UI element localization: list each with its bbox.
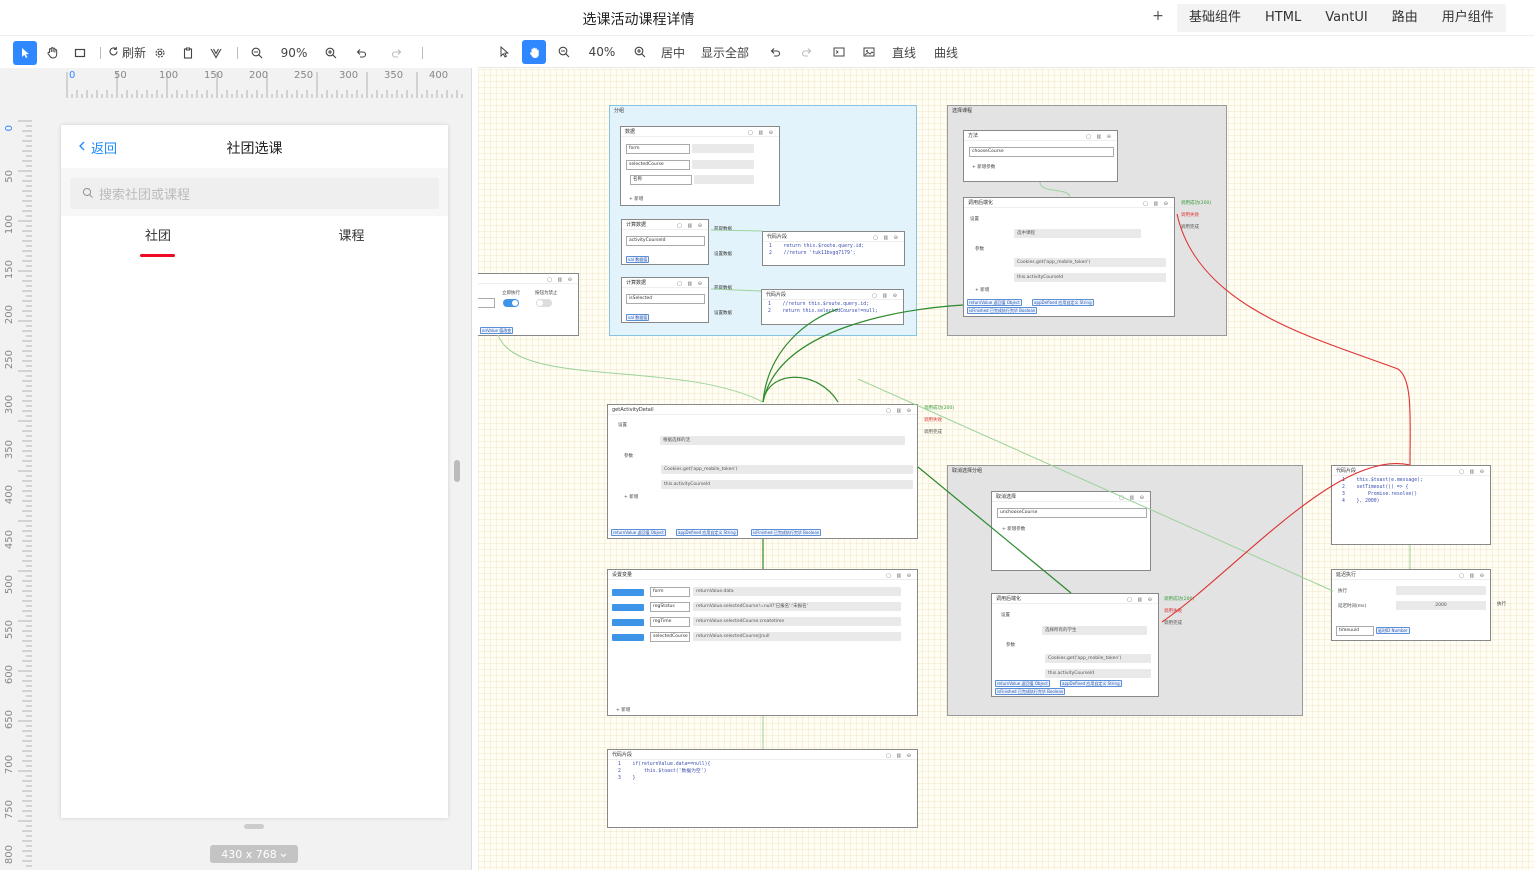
ruler-label: 100 <box>4 215 15 234</box>
tab-course[interactable]: 课程 <box>255 216 448 260</box>
ruler-label: 250 <box>4 350 15 369</box>
ruler-label: 50 <box>114 70 127 81</box>
device-size-select[interactable]: 430 x 768 <box>210 845 298 863</box>
pointer-icon[interactable] <box>13 40 37 65</box>
refresh-icon <box>108 46 119 60</box>
ruler-label: 150 <box>204 70 223 81</box>
resize-handle[interactable] <box>244 824 264 829</box>
divider <box>422 46 424 59</box>
canvas-hand-icon[interactable] <box>522 40 546 64</box>
left-zoom-value: 90% <box>280 45 308 60</box>
terminal-icon[interactable] <box>824 40 854 64</box>
horizontal-ruler: 0 50 100 150 200 250 300 350 400 <box>66 70 463 98</box>
ruler-label: 700 <box>4 755 15 774</box>
active-tab-indicator <box>140 254 175 257</box>
ruler-label: 500 <box>4 575 15 594</box>
canvas-zoom-out-icon[interactable] <box>552 40 576 64</box>
page-title: 选课活动课程详情 <box>582 12 695 28</box>
ruler-label: 400 <box>4 485 15 504</box>
divider <box>237 46 239 59</box>
tab-basic-components[interactable]: 基础组件 <box>1177 4 1253 32</box>
image-export-icon[interactable] <box>854 40 884 64</box>
device-size-label: 430 x 768 <box>221 847 277 861</box>
phone-preview: 返回 社团选课 搜索社团或课程 社团 课程 <box>61 125 448 818</box>
hand-icon[interactable] <box>37 41 67 65</box>
undo-icon[interactable] <box>343 41 379 65</box>
ruler-label: 350 <box>384 70 403 81</box>
search-input[interactable]: 搜索社团或课程 <box>70 178 439 209</box>
canvas-zoom-value: 40% <box>588 45 616 59</box>
conn-left-to-main <box>497 334 764 403</box>
connection-lines <box>497 181 1411 749</box>
redo-icon[interactable] <box>379 41 415 65</box>
phone-nav-title: 社团选课 <box>226 141 283 157</box>
canvas-zoom-in-icon[interactable] <box>628 40 652 64</box>
conn-select-fail <box>1176 213 1411 466</box>
flow-canvas[interactable]: 分组 数据 ▢ ▥ ⊖ form selectedCourse 名称 + 新增 计… <box>478 69 1534 870</box>
canvas-undo-icon[interactable] <box>760 40 790 64</box>
center-button[interactable]: 居中 <box>652 40 694 64</box>
ruler-label: 400 <box>429 70 448 81</box>
ruler-label: 800 <box>4 845 15 864</box>
ruler-label: 250 <box>294 70 313 81</box>
conn-branch-to-main <box>762 308 839 403</box>
tab-vantui[interactable]: VantUI <box>1313 4 1380 32</box>
conn-calc1-code <box>710 229 763 232</box>
straight-line-button[interactable]: 直线 <box>884 40 924 64</box>
ruler-label: 0 <box>69 70 75 81</box>
ruler-label: 600 <box>4 665 15 684</box>
zoom-in-icon[interactable] <box>319 41 343 65</box>
canvas-pointer-icon[interactable] <box>492 40 516 64</box>
conn-main-cancel <box>917 466 1072 594</box>
canvas-redo-icon[interactable] <box>790 40 824 64</box>
pane-splitter-handle[interactable] <box>454 460 460 482</box>
vertical-ruler: 0 50 100 150 200 250 300 350 400 450 500 550 600 650 7… <box>4 120 32 867</box>
search-placeholder: 搜索社团或课程 <box>99 188 191 203</box>
ruler-label: 300 <box>4 395 15 414</box>
tab-user-components[interactable]: 用户组件 <box>1430 4 1506 32</box>
ruler-label: 0 <box>4 125 15 131</box>
ruler-label: 200 <box>4 305 15 324</box>
conn-select-to-main <box>762 304 964 403</box>
ruler-label: 550 <box>4 620 15 639</box>
divider <box>100 46 101 59</box>
refresh-label: 刷新 <box>122 46 147 60</box>
rectangle-select-icon[interactable] <box>67 41 93 65</box>
curve-line-button[interactable]: 曲线 <box>924 40 968 64</box>
ruler-label: 100 <box>159 70 178 81</box>
vue-logo-icon[interactable] <box>202 41 230 65</box>
refresh-button[interactable]: 刷新 <box>108 41 146 65</box>
component-tabs: 基础组件 HTML VantUI 路由 用户组件 <box>1177 4 1506 32</box>
tab-router[interactable]: 路由 <box>1380 4 1430 32</box>
conn-cancel-fail <box>1161 463 1411 623</box>
tab-club-label: 社团 <box>144 229 171 244</box>
search-icon <box>82 184 94 203</box>
ruler-label: 350 <box>4 440 15 459</box>
conn-main-loop <box>762 376 839 403</box>
ruler-label: 200 <box>249 70 268 81</box>
ruler-label: 750 <box>4 800 15 819</box>
chevron-down-icon <box>280 848 287 861</box>
zoom-out-icon[interactable] <box>245 41 269 65</box>
ruler-label: 50 <box>4 170 15 183</box>
show-all-button[interactable]: 显示全部 <box>694 40 756 64</box>
conn-calc2-code <box>710 288 762 292</box>
conn-main-delay <box>857 378 1334 592</box>
ruler-label: 650 <box>4 710 15 729</box>
add-page-button[interactable]: + <box>1150 8 1166 24</box>
ruler-label: 300 <box>339 70 358 81</box>
top-bar: 选课活动课程详情 + 基础组件 HTML VantUI 路由 用户组件 <box>0 0 1534 36</box>
canvas-toolbar: 40% 居中 显示全部 直线 曲线 <box>478 37 1534 68</box>
ruler-label: 450 <box>4 530 15 549</box>
tab-html[interactable]: HTML <box>1253 4 1313 32</box>
ruler-label: 150 <box>4 260 15 279</box>
settings-gear-icon[interactable] <box>146 41 174 65</box>
left-toolbar: 刷新 90% <box>0 37 470 68</box>
conn-method-api <box>1039 181 1071 198</box>
clipboard-icon[interactable] <box>174 41 202 65</box>
tab-course-label: 课程 <box>338 229 365 244</box>
